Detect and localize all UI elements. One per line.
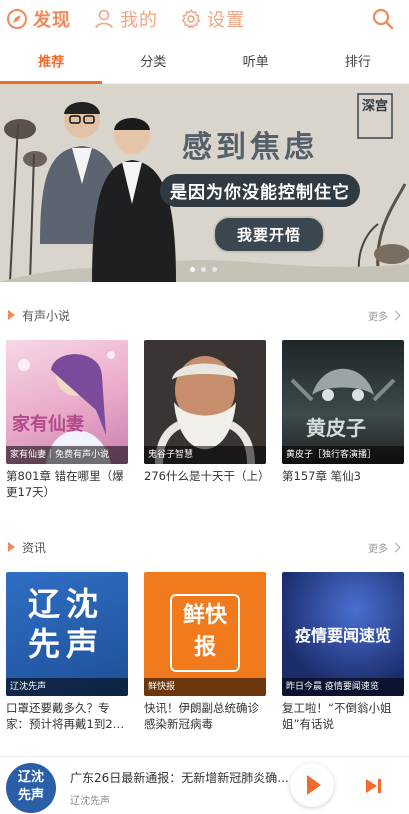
cover-image: 鬼谷子智慧 bbox=[144, 340, 266, 464]
thumbnail-text: 辽沈先声 bbox=[17, 770, 44, 803]
more-label: 更多 bbox=[368, 311, 388, 323]
tab-recommend[interactable]: 推荐 bbox=[0, 46, 103, 84]
carousel-dot[interactable] bbox=[212, 267, 217, 272]
carousel-dot[interactable] bbox=[190, 267, 195, 272]
play-icon bbox=[307, 775, 321, 795]
banner-logo: 深宫 bbox=[362, 99, 389, 114]
nav-settings-label: 设置 bbox=[207, 10, 245, 31]
search-icon[interactable] bbox=[371, 7, 395, 31]
cover-image: 辽沈先声 辽沈先声 bbox=[6, 572, 128, 696]
cover-title: 辽沈先声 bbox=[27, 585, 104, 663]
cover-title: 家有仙妻 bbox=[12, 414, 84, 435]
gear-icon bbox=[181, 9, 201, 29]
now-playing-thumbnail[interactable]: 辽沈先声 bbox=[6, 763, 56, 813]
item-caption: 口罩还要戴多久？专家：预计将再戴1到2… bbox=[6, 701, 125, 731]
carousel-dots bbox=[190, 267, 217, 272]
section-marker-icon bbox=[8, 542, 15, 552]
now-playing-title[interactable]: 广东26日最新通报：无新增新冠肺炎确... bbox=[70, 769, 295, 786]
list-item[interactable]: 鬼谷子智慧 276什么是十天干（上） bbox=[144, 340, 270, 500]
cover-tag: 鬼谷子智慧 bbox=[144, 446, 266, 464]
more-label: 更多 bbox=[368, 543, 388, 555]
cover-tag: 昨日今晨 疫情要闻速览 bbox=[282, 678, 404, 696]
item-caption: 快讯！伊朗副总统确诊感染新冠病毒 bbox=[144, 701, 259, 731]
section-title: 有声小说 bbox=[22, 308, 71, 323]
cover-image: 鲜快报 鲜快报 bbox=[144, 572, 266, 696]
list-item[interactable]: 黄皮子 黄皮子［独行客演播］ 第157章 笔仙3 bbox=[282, 340, 404, 500]
play-button[interactable] bbox=[290, 763, 334, 807]
chevron-right-icon bbox=[390, 310, 401, 320]
cover-title: 鲜快报 bbox=[182, 603, 227, 660]
banner-cta-button[interactable]: 我要开悟 bbox=[213, 216, 326, 253]
item-caption: 复工啦！“不倒翁小姐姐”有话说 bbox=[282, 701, 392, 731]
person-icon bbox=[95, 9, 113, 29]
tab-ranking[interactable]: 排行 bbox=[307, 46, 409, 83]
cover-title: 黄皮子 bbox=[306, 416, 366, 440]
carousel-dot[interactable] bbox=[201, 267, 206, 272]
compass-icon bbox=[7, 9, 27, 29]
item-caption: 第157章 笔仙3 bbox=[282, 469, 361, 483]
nav-discover-label: 发现 bbox=[33, 10, 71, 31]
top-nav: 发现 我的 设置 bbox=[0, 0, 409, 38]
list-item[interactable]: 辽沈先声 辽沈先声 口罩还要戴多久？专家：预计将再戴1到2… bbox=[6, 572, 128, 732]
audio-novel-list: 家有仙妻 家有仙妻｜免费有声小说 第801章 错在哪里（爆更17天） 鬼谷子智慧… bbox=[6, 340, 404, 500]
cover-tag: 家有仙妻｜免费有声小说 bbox=[6, 446, 128, 464]
cover-tag: 鲜快报 bbox=[144, 678, 266, 696]
promo-banner[interactable]: 深宫 感到焦虑 是因为你没能控制住它 我要开悟 bbox=[0, 84, 409, 282]
section-news-header: 资讯 更多 bbox=[0, 537, 409, 557]
list-item[interactable]: 家有仙妻 家有仙妻｜免费有声小说 第801章 错在哪里（爆更17天） bbox=[6, 340, 128, 500]
cover-tag: 黄皮子［独行客演播］ bbox=[282, 446, 404, 464]
more-link[interactable]: 更多 bbox=[368, 308, 401, 323]
section-audio-novels-header: 有声小说 更多 bbox=[0, 305, 409, 325]
now-playing-source: 辽沈先声 bbox=[70, 796, 110, 807]
list-item[interactable]: 鲜快报 鲜快报 快讯！伊朗副总统确诊感染新冠病毒 bbox=[144, 572, 266, 732]
cover-image: 疫情要闻速览 昨日今晨 疫情要闻速览 bbox=[282, 572, 404, 696]
cover-tag: 辽沈先声 bbox=[6, 678, 128, 696]
category-tabs: 推荐 分类 听单 排行 bbox=[0, 46, 409, 84]
item-caption: 276什么是十天干（上） bbox=[144, 469, 270, 483]
tab-playlist[interactable]: 听单 bbox=[205, 46, 307, 83]
next-track-icon[interactable] bbox=[364, 777, 384, 795]
nav-settings[interactable]: 设置 bbox=[180, 0, 245, 38]
nav-mine-label: 我的 bbox=[120, 10, 158, 31]
cover-title: 疫情要闻速览 bbox=[294, 626, 391, 645]
nav-mine[interactable]: 我的 bbox=[93, 0, 158, 38]
cover-image: 黄皮子 黄皮子［独行客演播］ bbox=[282, 340, 404, 464]
news-list: 辽沈先声 辽沈先声 口罩还要戴多久？专家：预计将再戴1到2… 鲜快报 鲜快报 快… bbox=[6, 572, 404, 732]
chevron-right-icon bbox=[390, 542, 401, 552]
tab-category[interactable]: 分类 bbox=[102, 46, 204, 83]
section-marker-icon bbox=[8, 310, 15, 320]
item-caption: 第801章 错在哪里（爆更17天） bbox=[6, 469, 124, 499]
banner-subtitle: 是因为你没能控制住它 bbox=[160, 174, 360, 207]
more-link[interactable]: 更多 bbox=[368, 540, 401, 555]
section-title: 资讯 bbox=[22, 540, 47, 555]
nav-discover[interactable]: 发现 bbox=[6, 0, 71, 38]
mini-player[interactable]: 辽沈先声 广东26日最新通报：无新增新冠肺炎确... 辽沈先声 bbox=[0, 756, 409, 814]
cover-image: 家有仙妻 家有仙妻｜免费有声小说 bbox=[6, 340, 128, 464]
list-item[interactable]: 疫情要闻速览 昨日今晨 疫情要闻速览 复工啦！“不倒翁小姐姐”有话说 bbox=[282, 572, 404, 732]
banner-title: 感到焦虑 bbox=[182, 130, 318, 165]
